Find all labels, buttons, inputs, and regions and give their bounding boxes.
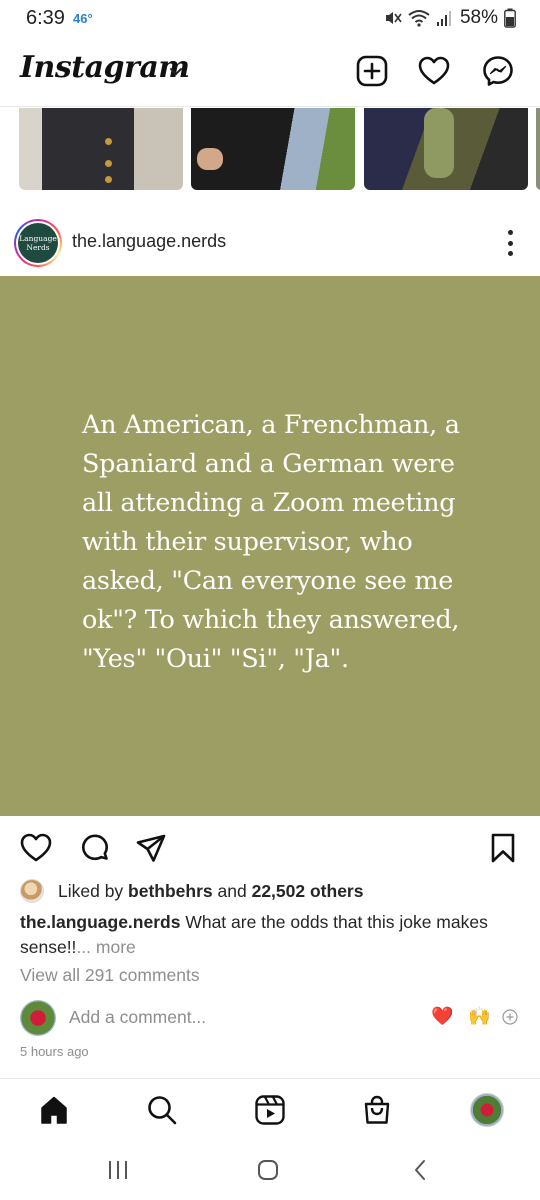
thumbnail-1[interactable] bbox=[19, 108, 183, 190]
messenger-button[interactable] bbox=[481, 54, 515, 88]
post-image-text: An American, a Frenchman, a Spaniard and… bbox=[82, 410, 460, 674]
profile-avatar bbox=[470, 1093, 504, 1127]
system-back-button[interactable] bbox=[400, 1154, 440, 1186]
search-icon bbox=[148, 1096, 177, 1125]
post-username[interactable]: the.language.nerds bbox=[72, 231, 226, 252]
status-icons: 58% bbox=[384, 6, 516, 30]
battery-percent: 58% bbox=[459, 7, 498, 28]
status-temperature: 46° bbox=[73, 11, 93, 26]
post-timestamp: 5 hours ago bbox=[20, 1044, 89, 1059]
home-circle-icon bbox=[258, 1160, 278, 1180]
likes-row[interactable]: Liked by bethbehrs and 22,502 others bbox=[20, 878, 363, 904]
caption-username[interactable]: the.language.nerds bbox=[20, 912, 180, 932]
system-nav-bar bbox=[0, 1140, 540, 1200]
chevron-down-icon[interactable] bbox=[168, 66, 184, 78]
add-comment-input[interactable]: Add a comment... bbox=[69, 1007, 206, 1028]
post-actions bbox=[0, 826, 540, 870]
activity-button[interactable] bbox=[417, 54, 451, 88]
current-user-avatar bbox=[20, 1000, 56, 1036]
liker-avatar bbox=[20, 879, 44, 903]
add-reaction-icon[interactable] bbox=[502, 1009, 518, 1025]
back-icon bbox=[415, 1160, 425, 1180]
suggested-thumbnails bbox=[0, 108, 540, 190]
more-options-icon[interactable] bbox=[500, 230, 520, 256]
heart-icon bbox=[20, 833, 52, 862]
shop-icon bbox=[364, 1095, 390, 1124]
header-divider bbox=[0, 106, 540, 107]
post-image[interactable]: An American, a Frenchman, a Spaniard and… bbox=[0, 276, 540, 816]
bookmark-icon bbox=[491, 833, 515, 863]
post-header: Language Nerds the.language.nerds bbox=[0, 210, 540, 274]
share-icon bbox=[136, 834, 166, 862]
thumbnail-2[interactable] bbox=[191, 108, 355, 190]
like-button[interactable] bbox=[18, 830, 54, 866]
signal-icon bbox=[436, 11, 451, 26]
status-time: 6:39 bbox=[26, 7, 65, 29]
bottom-nav-divider bbox=[0, 1078, 540, 1079]
comment-icon bbox=[82, 834, 108, 861]
bottom-nav bbox=[0, 1080, 540, 1140]
add-comment-row: Add a comment... ❤️ 🙌 bbox=[0, 996, 540, 1040]
activity-heart-icon bbox=[418, 56, 450, 85]
nav-search[interactable] bbox=[140, 1088, 184, 1132]
nav-home[interactable] bbox=[32, 1088, 76, 1132]
share-button[interactable] bbox=[133, 830, 169, 866]
instagram-logo[interactable]: Instagram bbox=[20, 50, 190, 85]
quick-reaction-heart[interactable]: ❤️ bbox=[431, 1006, 453, 1027]
battery-icon bbox=[504, 8, 516, 28]
caption-more-link[interactable]: ... more bbox=[76, 937, 135, 957]
app-header: Instagram bbox=[0, 44, 540, 104]
view-all-comments-link[interactable]: View all 291 comments bbox=[20, 965, 200, 986]
post-avatar-text: Language Nerds bbox=[19, 234, 57, 252]
recent-apps-icon bbox=[109, 1161, 127, 1179]
save-button[interactable] bbox=[485, 830, 521, 866]
nav-profile[interactable] bbox=[465, 1088, 509, 1132]
home-icon bbox=[41, 1096, 67, 1124]
thumbnail-3[interactable] bbox=[364, 108, 528, 190]
liker-username[interactable]: bethbehrs bbox=[128, 881, 213, 901]
recent-apps-button[interactable] bbox=[98, 1154, 138, 1186]
wifi-icon bbox=[408, 10, 430, 27]
likes-prefix: Liked by bbox=[58, 880, 129, 901]
mute-icon bbox=[385, 12, 402, 24]
likes-middle: and bbox=[212, 880, 252, 901]
post-avatar-story-ring[interactable]: Language Nerds bbox=[14, 219, 62, 267]
system-home-button[interactable] bbox=[248, 1154, 288, 1186]
nav-reels[interactable] bbox=[248, 1088, 292, 1132]
nav-shop[interactable] bbox=[355, 1088, 399, 1132]
likes-count[interactable]: 22,502 others bbox=[252, 881, 364, 901]
post-caption: the.language.nerds What are the odds tha… bbox=[20, 910, 520, 960]
reels-icon bbox=[255, 1095, 285, 1125]
post-avatar: Language Nerds bbox=[18, 223, 58, 263]
new-post-icon bbox=[356, 55, 388, 87]
status-bar: 6:39 46° 58% bbox=[0, 0, 540, 36]
messenger-icon bbox=[483, 56, 513, 86]
comment-button[interactable] bbox=[77, 830, 113, 866]
quick-reaction-hands[interactable]: 🙌 bbox=[468, 1006, 490, 1027]
new-post-button[interactable] bbox=[355, 54, 389, 88]
thumbnail-4[interactable] bbox=[536, 108, 540, 190]
